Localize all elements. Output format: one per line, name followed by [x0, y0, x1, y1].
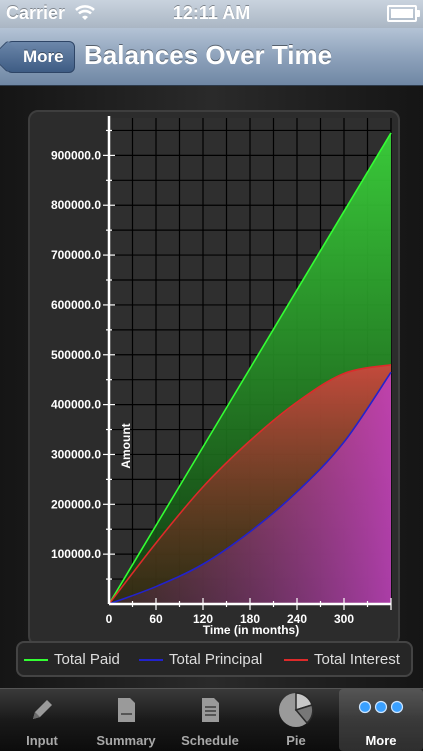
y-tick-label: 300000.0 [51, 447, 101, 461]
list-document-icon [195, 695, 225, 725]
y-tick-label: 500000.0 [51, 348, 101, 362]
legend-label: Total Interest [314, 651, 400, 668]
legend-label: Total Principal [169, 651, 262, 668]
legend-swatch-total-principal [139, 659, 163, 661]
pencil-icon [27, 695, 57, 725]
y-tick-label: 400000.0 [51, 398, 101, 412]
balances-chart: 100000.0 200000.0 300000.0 400000.0 500000.0… [0, 86, 423, 646]
x-tick-label: 0 [106, 612, 113, 626]
tab-label: More [339, 733, 423, 748]
y-tick-label: 700000.0 [51, 248, 101, 262]
legend-label: Total Paid [54, 651, 120, 668]
legend-item-total-paid: Total Paid [24, 651, 120, 668]
tab-label: Input [0, 733, 84, 748]
legend-swatch-total-interest [284, 659, 308, 661]
y-tick-label: 600000.0 [51, 298, 101, 312]
x-tick-label: 300 [334, 612, 354, 626]
document-icon [111, 695, 141, 725]
x-tick-label: 60 [149, 612, 163, 626]
y-tick-label: 200000.0 [51, 497, 101, 511]
tab-label: Summary [84, 733, 168, 748]
navigation-bar: More Balances Over Time [0, 28, 423, 86]
y-axis-label: Amount [119, 423, 133, 468]
legend-swatch-total-paid [24, 659, 48, 661]
back-button[interactable]: More [6, 41, 75, 73]
tab-summary[interactable]: Summary [84, 689, 168, 751]
legend-item-total-interest: Total Interest [284, 651, 400, 668]
status-time: 12:11 AM [0, 3, 423, 24]
battery-icon [387, 5, 417, 22]
tab-pie[interactable]: Pie [254, 689, 338, 751]
tab-bar: Input Summary Schedule Pie More [0, 688, 423, 751]
tab-label: Schedule [168, 733, 252, 748]
legend-item-total-principal: Total Principal [139, 651, 262, 668]
tab-label: Pie [254, 733, 338, 748]
more-dots-icon [357, 699, 405, 715]
back-button-label: More [23, 47, 64, 66]
tab-more[interactable]: More [339, 689, 423, 751]
chart-legend: Total Paid Total Principal Total Interes… [16, 641, 413, 677]
y-tick-label: 100000.0 [51, 547, 101, 561]
tab-input[interactable]: Input [0, 689, 84, 751]
status-bar: Carrier 12:11 AM [0, 0, 423, 28]
pie-chart-icon [277, 691, 315, 729]
page-title: Balances Over Time [84, 40, 332, 71]
tab-schedule[interactable]: Schedule [168, 689, 252, 751]
y-tick-label: 800000.0 [51, 198, 101, 212]
y-tick-label: 900000.0 [51, 148, 101, 162]
x-axis-label: Time (in months) [203, 623, 299, 637]
